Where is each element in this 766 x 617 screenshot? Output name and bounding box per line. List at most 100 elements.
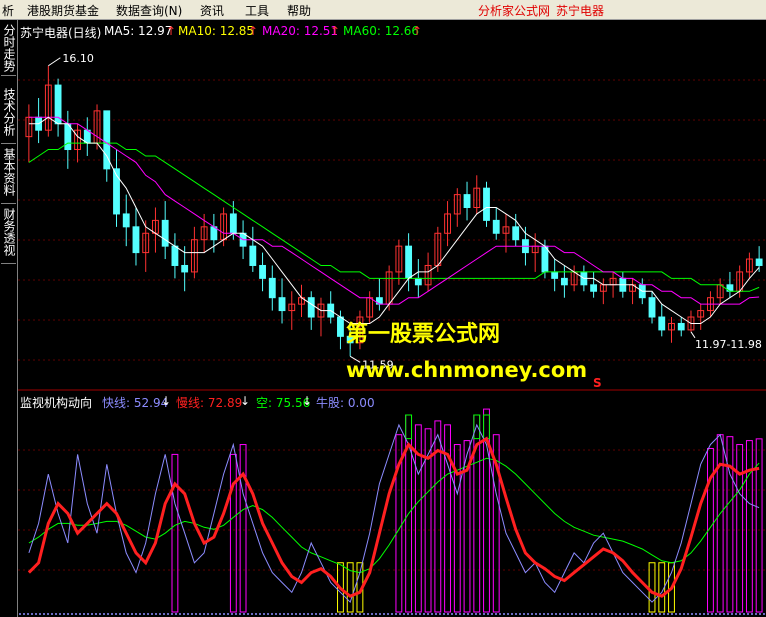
baseline-dot <box>139 613 141 615</box>
baseline-dot <box>531 613 533 615</box>
baseline-dot <box>303 613 305 615</box>
baseline-dot <box>235 613 237 615</box>
candle-body <box>483 187 490 221</box>
baseline-dot <box>315 613 317 615</box>
baseline-dot <box>295 613 297 615</box>
baseline-dot <box>535 613 537 615</box>
candle-body <box>54 84 62 125</box>
menu-item-analysis[interactable]: 析 <box>2 2 14 19</box>
baseline-dot <box>287 613 289 615</box>
menu-bar: 析 港股期货基金 数据查询(N) 资讯 工具 帮助 分析家公式网 苏宁电器 <box>0 0 766 20</box>
menu-item-news[interactable]: 资讯 <box>200 2 224 19</box>
baseline-dot <box>715 613 717 615</box>
baseline-dot <box>443 613 445 615</box>
baseline-dot <box>103 613 105 615</box>
baseline-dot <box>711 613 713 615</box>
menu-item-hk-futures-funds[interactable]: 港股期货基金 <box>27 2 99 19</box>
ma60-legend: MA60: 12.66 <box>343 24 420 38</box>
baseline-dot <box>723 613 725 615</box>
baseline-dot <box>507 613 509 615</box>
candle-body <box>541 245 549 273</box>
baseline-dot <box>27 613 29 615</box>
baseline-dot <box>279 613 281 615</box>
watermark-url: www.chnmoney.com <box>346 358 588 382</box>
baseline-dot <box>223 613 225 615</box>
baseline-dot <box>575 613 577 615</box>
baseline-dot <box>123 613 125 615</box>
tab-label: 分时走势 <box>2 24 16 72</box>
baseline-dot <box>47 613 49 615</box>
baseline-dot <box>219 613 221 615</box>
baseline-dot <box>111 613 113 615</box>
baseline-dot <box>155 613 157 615</box>
baseline-dot <box>171 613 173 615</box>
baseline-dot <box>339 613 341 615</box>
baseline-dot <box>55 613 57 615</box>
baseline-dot <box>635 613 637 615</box>
menu-item-data-query[interactable]: 数据查询(N) <box>116 2 182 19</box>
baseline-dot <box>115 613 117 615</box>
baseline-dot <box>643 613 645 615</box>
baseline-dot <box>151 613 153 615</box>
baseline-dot <box>523 613 525 615</box>
baseline-dot <box>143 613 145 615</box>
baseline-dot <box>615 613 617 615</box>
baseline-dot <box>675 613 677 615</box>
baseline-dot <box>591 613 593 615</box>
baseline-dot <box>79 613 81 615</box>
tab-technical-analysis[interactable]: 技术分析 <box>1 88 16 144</box>
baseline-dot <box>571 613 573 615</box>
tab-intraday[interactable]: 分时走势 <box>1 24 16 76</box>
baseline-dot <box>335 613 337 615</box>
baseline-dot <box>251 613 253 615</box>
ma10-legend: MA10: 12.85 <box>178 24 255 38</box>
candle-body <box>755 258 763 266</box>
baseline-dot <box>19 613 21 615</box>
baseline-dot <box>611 613 613 615</box>
baseline-dot <box>351 613 353 615</box>
baseline-dot <box>687 613 689 615</box>
tab-financials[interactable]: 财务透视 <box>1 208 16 264</box>
baseline-dot <box>63 613 65 615</box>
menu-item-help[interactable]: 帮助 <box>287 2 311 19</box>
baseline-dot <box>391 613 393 615</box>
baseline-dot <box>403 613 405 615</box>
baseline-dot <box>411 613 413 615</box>
baseline-dot <box>159 613 161 615</box>
baseline-dot <box>179 613 181 615</box>
baseline-dot <box>511 613 513 615</box>
baseline-dot <box>663 613 665 615</box>
arrow-up-icon: ↑ <box>248 24 259 38</box>
baseline-dot <box>647 613 649 615</box>
baseline-dot <box>603 613 605 615</box>
baseline-dot <box>283 613 285 615</box>
candle-body <box>648 297 656 318</box>
arrow-up-icon: ↑ <box>166 24 177 38</box>
tab-label: 财务透视 <box>2 208 16 256</box>
baseline-dot <box>487 613 489 615</box>
upper-panel-title: 苏宁电器(日线) <box>20 26 102 40</box>
baseline-dot <box>595 613 597 615</box>
candle-body <box>210 226 218 241</box>
baseline-dot <box>751 613 753 615</box>
baseline-dot <box>183 613 185 615</box>
baseline-dot <box>23 613 25 615</box>
tab-fundamentals[interactable]: 基本资料 <box>1 148 16 204</box>
baseline-dot <box>367 613 369 615</box>
baseline-dot <box>627 613 629 615</box>
baseline-dot <box>471 613 473 615</box>
baseline-dot <box>127 613 129 615</box>
baseline-dot <box>735 613 737 615</box>
baseline-dot <box>747 613 749 615</box>
baseline-dot <box>51 613 53 615</box>
baseline-dot <box>707 613 709 615</box>
baseline-dot <box>135 613 137 615</box>
baseline-dot <box>147 613 149 615</box>
baseline-dot <box>551 613 553 615</box>
tab-label: 技术分析 <box>2 88 16 136</box>
baseline-dot <box>763 613 765 615</box>
baseline-dot <box>131 613 133 615</box>
candle-body <box>414 277 422 286</box>
menu-item-tools[interactable]: 工具 <box>245 2 269 19</box>
baseline-dot <box>383 613 385 615</box>
